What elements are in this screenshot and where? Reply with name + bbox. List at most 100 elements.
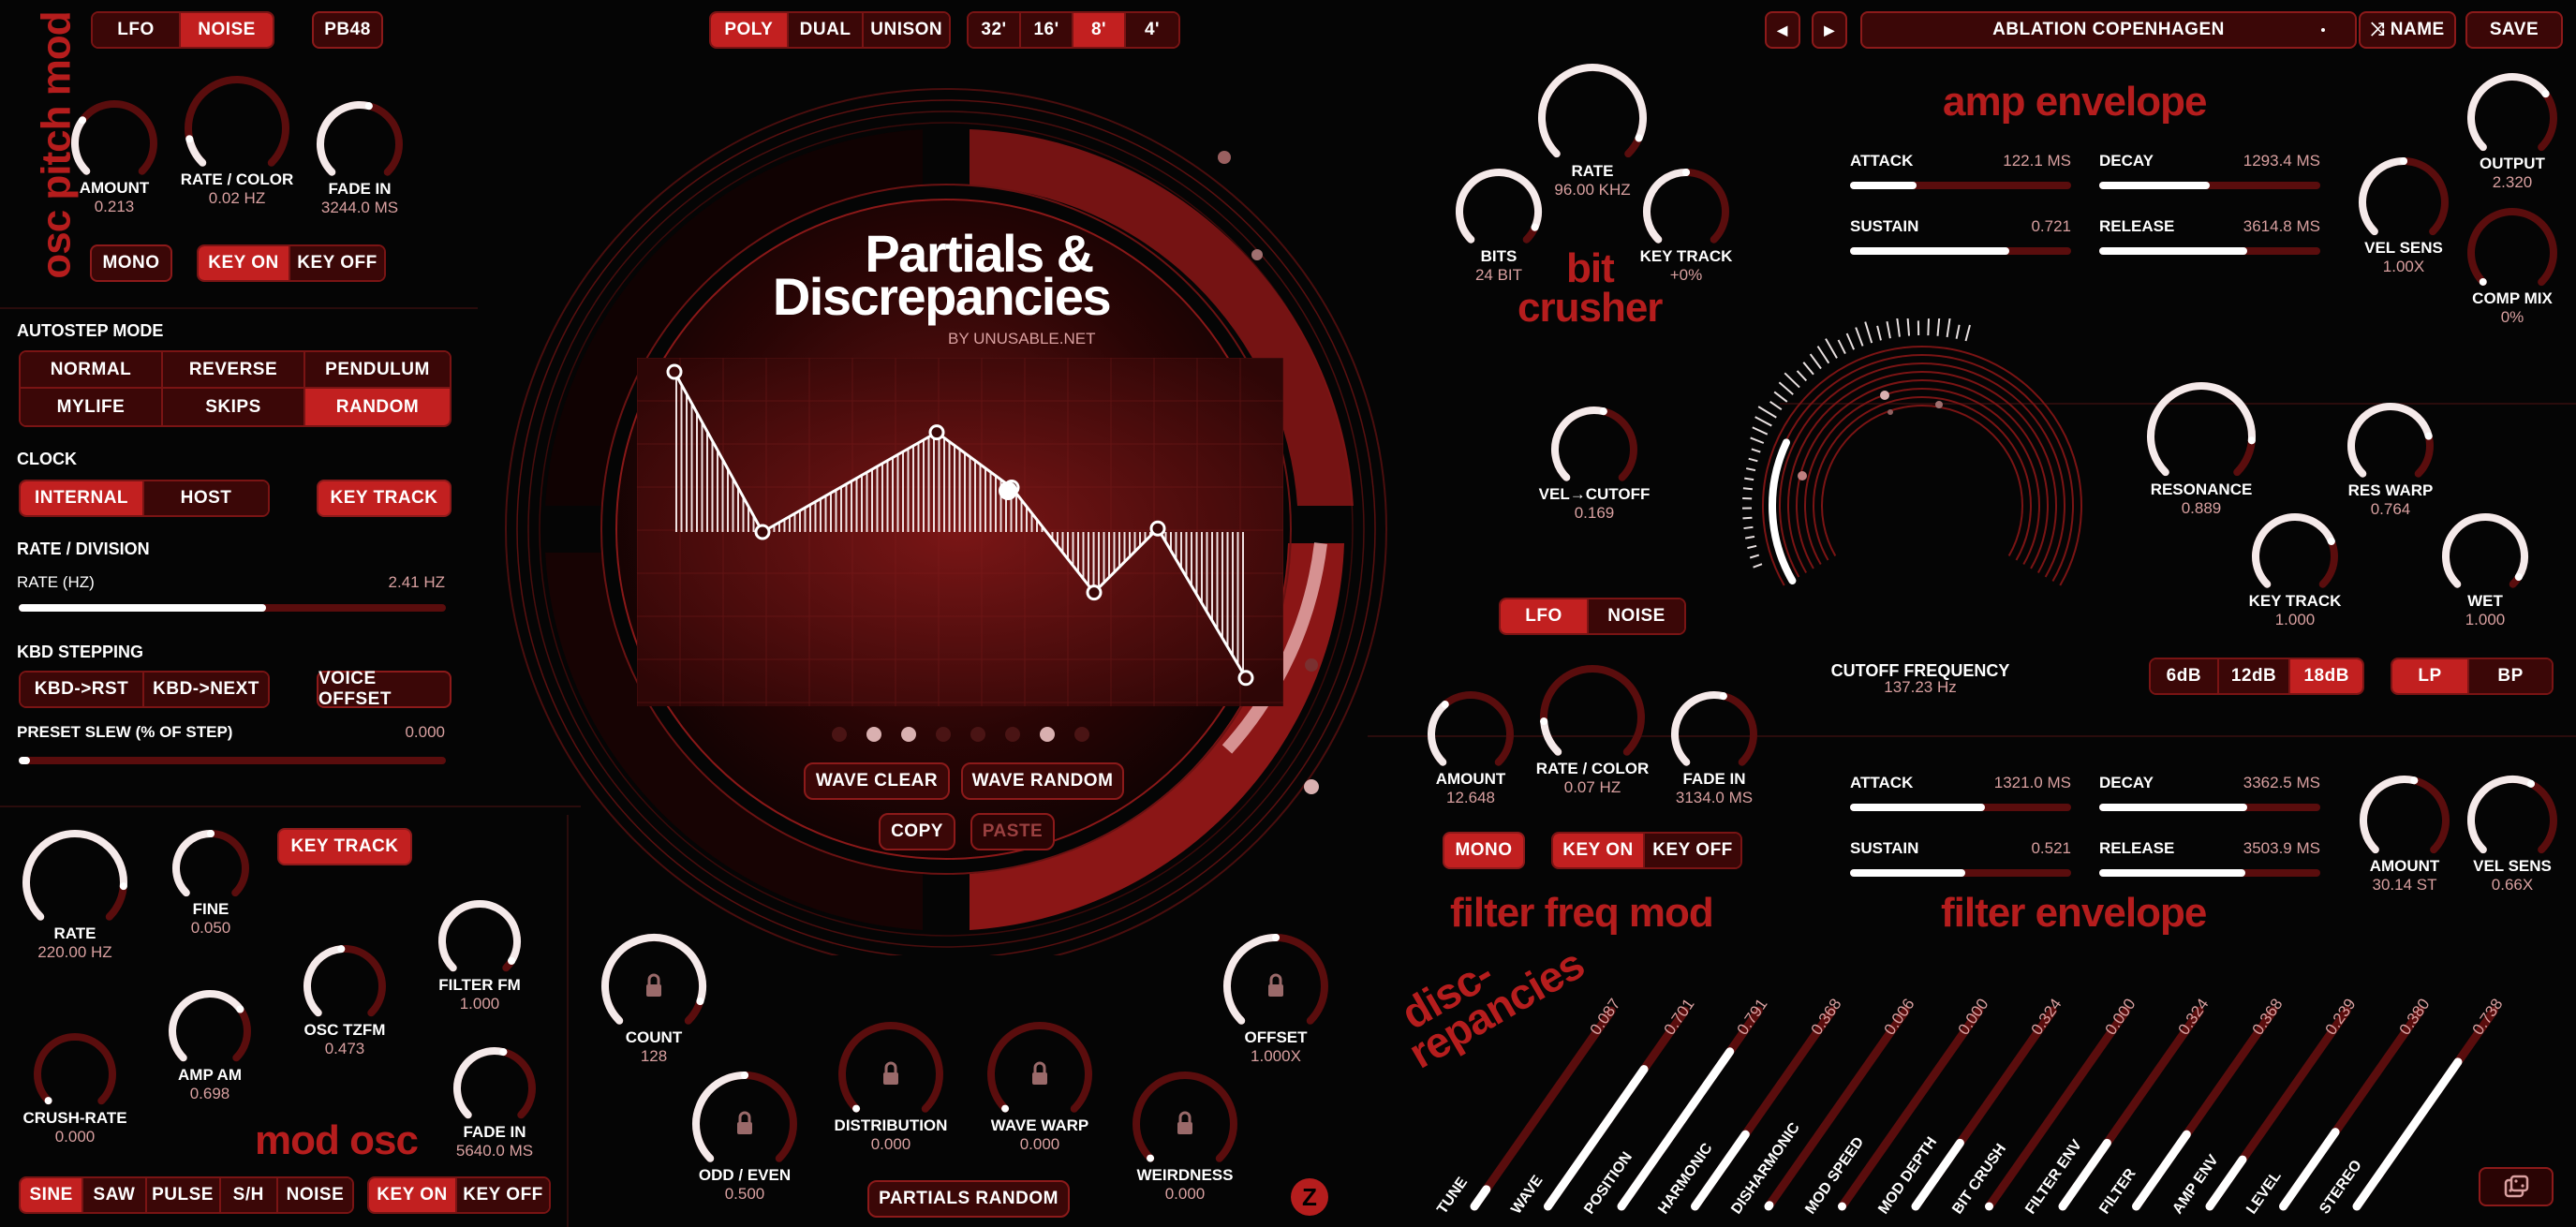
knob-dial[interactable] bbox=[2464, 772, 2561, 855]
knob-dial[interactable] bbox=[1547, 403, 1641, 483]
octave-4[interactable]: 4' bbox=[1126, 13, 1178, 47]
knob-dial[interactable] bbox=[2356, 772, 2453, 855]
voice-mode-selector[interactable]: POLY DUAL UNISON bbox=[709, 11, 951, 49]
osc-pitch-source-selector[interactable]: LFO NOISE bbox=[91, 11, 274, 49]
filter-key-on[interactable]: KEY ON bbox=[1553, 834, 1646, 867]
voice-poly[interactable]: POLY bbox=[711, 13, 789, 47]
wave-pulse[interactable]: PULSE bbox=[146, 1178, 221, 1212]
wave-sh[interactable]: S/H bbox=[220, 1178, 278, 1212]
filter-mod-mono-button[interactable]: MONO bbox=[1443, 832, 1525, 869]
osc-pitch-mono-button[interactable]: MONO bbox=[90, 244, 172, 282]
knob-dial[interactable] bbox=[1129, 1068, 1241, 1164]
kbd-rst[interactable]: KBD->RST bbox=[21, 673, 145, 706]
offset-knob[interactable]: OFFSET 1.000X bbox=[1210, 930, 1341, 1066]
partials-editor[interactable] bbox=[637, 358, 1283, 706]
wave-noise[interactable]: NOISE bbox=[277, 1178, 352, 1212]
wave-sine[interactable]: SINE bbox=[21, 1178, 84, 1212]
source-noise[interactable]: NOISE bbox=[181, 13, 273, 47]
rate-slider[interactable] bbox=[19, 604, 446, 612]
voice-offset-button[interactable]: VOICE OFFSET bbox=[317, 669, 452, 709]
discrepancy-sliders[interactable] bbox=[1461, 993, 2539, 1227]
osc-pitch-amount-knob[interactable]: AMOUNT 0.213 bbox=[49, 96, 180, 216]
knob-dial[interactable] bbox=[30, 1029, 120, 1107]
mod-osc-fade-in-knob[interactable]: FADE IN 5640.0 MS bbox=[429, 1043, 560, 1160]
vel-cutoff-knob[interactable]: VEL→CUTOFF 0.169 bbox=[1529, 403, 1660, 523]
knob-dial[interactable] bbox=[450, 1043, 540, 1121]
mode-skips[interactable]: SKIPS bbox=[163, 389, 305, 425]
knob-dial[interactable] bbox=[67, 96, 161, 177]
clock-host[interactable]: HOST bbox=[144, 481, 268, 515]
mod-osc-amp-am-knob[interactable]: AMP AM 0.698 bbox=[144, 986, 275, 1103]
mod-osc-tzfm-knob[interactable]: OSC TZFM 0.473 bbox=[279, 941, 410, 1058]
filter-mod-rate-knob[interactable]: RATE / COLOR 0.07 HZ bbox=[1527, 661, 1658, 797]
mod-osc-crush-rate-knob[interactable]: CRUSH-RATE 0.000 bbox=[9, 1029, 141, 1146]
mod-osc-key-off[interactable]: KEY OFF bbox=[457, 1178, 549, 1212]
knob-dial[interactable] bbox=[1452, 165, 1546, 245]
osc-pitch-fade-knob[interactable]: FADE IN 3244.0 MS bbox=[294, 97, 425, 217]
preset-name-display[interactable]: ABLATION COPENHAGEN bbox=[1860, 11, 2357, 49]
env-param-slider[interactable] bbox=[2099, 182, 2320, 189]
filter-key-track-knob[interactable]: KEY TRACK 1.000 bbox=[2229, 510, 2361, 629]
filter-slope-selector[interactable]: 6dB 12dB 18dB bbox=[2149, 658, 2364, 695]
page-dot[interactable] bbox=[970, 727, 985, 742]
knob-dial[interactable] bbox=[169, 826, 253, 898]
mod-osc-key-on[interactable]: KEY ON bbox=[369, 1178, 458, 1212]
knob-dial[interactable] bbox=[598, 930, 710, 1027]
random-name-button[interactable]: ⤨ NAME bbox=[2359, 11, 2456, 49]
page-dot[interactable] bbox=[936, 727, 951, 742]
slope-6db[interactable]: 6dB bbox=[2151, 659, 2219, 693]
osc-pitch-key-selector[interactable]: KEY ON KEY OFF bbox=[197, 244, 386, 282]
mod-osc-wave-selector[interactable]: SINE SAW PULSE S/H NOISE bbox=[19, 1176, 354, 1214]
knob-dial[interactable] bbox=[300, 941, 390, 1019]
knob-dial[interactable] bbox=[688, 1068, 801, 1164]
knob-dial[interactable] bbox=[1534, 60, 1651, 160]
filter-mod-amount-knob[interactable]: AMOUNT 12.648 bbox=[1405, 687, 1536, 807]
knob-dial[interactable] bbox=[313, 97, 407, 178]
preset-prev-button[interactable]: ◀ bbox=[1765, 11, 1800, 49]
key-on[interactable]: KEY ON bbox=[199, 246, 291, 280]
clock-internal[interactable]: INTERNAL bbox=[21, 481, 145, 515]
knob-dial[interactable] bbox=[2248, 510, 2342, 590]
knob-dial[interactable] bbox=[181, 72, 293, 169]
filter-env-vel-sens-knob[interactable]: VEL SENS 0.66X bbox=[2447, 772, 2576, 894]
env-param-slider[interactable] bbox=[1850, 869, 2071, 877]
mod-osc-key-selector[interactable]: KEY ON KEY OFF bbox=[367, 1176, 551, 1214]
type-bp[interactable]: BP bbox=[2469, 659, 2552, 693]
knob-dial[interactable] bbox=[1667, 687, 1761, 768]
resonance-knob[interactable]: RESONANCE 0.889 bbox=[2136, 378, 2267, 518]
kbd-selector[interactable]: KBD->RST KBD->NEXT bbox=[19, 671, 270, 708]
knob-dial[interactable] bbox=[2464, 69, 2561, 153]
knob-dial[interactable] bbox=[19, 826, 131, 923]
mod-osc-key-track-button[interactable]: KEY TRACK bbox=[277, 828, 412, 865]
octave-8[interactable]: 8' bbox=[1073, 13, 1127, 47]
filter-mod-fade-knob[interactable]: FADE IN 3134.0 MS bbox=[1649, 687, 1780, 807]
clock-selector[interactable]: INTERNAL HOST bbox=[19, 480, 270, 517]
knob-dial[interactable] bbox=[2438, 510, 2532, 590]
odd-even-knob[interactable]: ODD / EVEN 0.500 bbox=[679, 1068, 810, 1204]
page-dot[interactable] bbox=[901, 727, 916, 742]
page-dot[interactable] bbox=[1074, 727, 1089, 742]
voice-dual[interactable]: DUAL bbox=[788, 13, 865, 47]
wave-clear-button[interactable]: WAVE CLEAR bbox=[804, 762, 950, 800]
mode-mylife[interactable]: MYLIFE bbox=[21, 389, 163, 425]
filter-mod-key-selector[interactable]: KEY ON KEY OFF bbox=[1551, 832, 1742, 869]
cutoff-frequency-dial[interactable] bbox=[1716, 318, 2128, 674]
wave-saw[interactable]: SAW bbox=[83, 1178, 147, 1212]
page-dot[interactable] bbox=[832, 727, 847, 742]
knob-dial[interactable] bbox=[1639, 165, 1733, 245]
octave-16[interactable]: 16' bbox=[1021, 13, 1074, 47]
mode-normal[interactable]: NORMAL bbox=[21, 352, 163, 389]
mode-reverse[interactable]: REVERSE bbox=[163, 352, 305, 389]
autostep-key-track-button[interactable]: KEY TRACK bbox=[317, 480, 452, 517]
type-lp[interactable]: LP bbox=[2392, 659, 2470, 693]
knob-dial[interactable] bbox=[1424, 687, 1517, 768]
save-button[interactable]: SAVE bbox=[2465, 11, 2563, 49]
mod-osc-rate-knob[interactable]: RATE 220.00 HZ bbox=[9, 826, 141, 962]
env-param-slider[interactable] bbox=[1850, 182, 2071, 189]
filter-mod-source-selector[interactable]: LFO NOISE bbox=[1499, 598, 1686, 635]
knob-dial[interactable] bbox=[2143, 378, 2259, 479]
page-dots[interactable] bbox=[832, 727, 1094, 742]
knob-dial[interactable] bbox=[2344, 399, 2437, 480]
copy-button[interactable]: COPY bbox=[879, 813, 955, 850]
page-dot[interactable] bbox=[1005, 727, 1020, 742]
